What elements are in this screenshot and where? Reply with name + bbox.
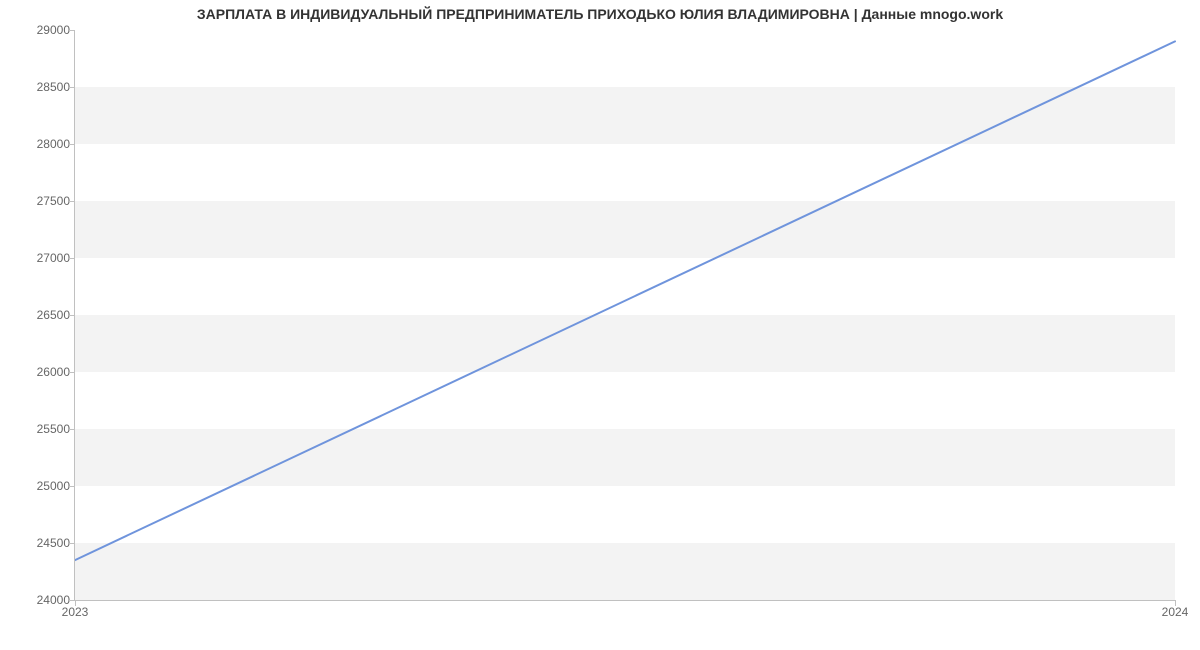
salary-series-line: [75, 41, 1175, 560]
chart-title: ЗАРПЛАТА В ИНДИВИДУАЛЬНЫЙ ПРЕДПРИНИМАТЕЛ…: [0, 6, 1200, 22]
y-tick-label: 26500: [10, 308, 70, 322]
x-axis-line: [75, 600, 1175, 601]
y-tick-label: 26000: [10, 365, 70, 379]
plot-area: [75, 30, 1175, 600]
y-tick: [69, 372, 75, 373]
y-tick-label: 25000: [10, 479, 70, 493]
y-tick-label: 27000: [10, 251, 70, 265]
y-tick: [69, 30, 75, 31]
y-tick: [69, 201, 75, 202]
y-tick: [69, 87, 75, 88]
y-tick-label: 29000: [10, 23, 70, 37]
x-tick-label: 2023: [62, 605, 89, 619]
x-tick: [75, 600, 76, 606]
y-tick-label: 27500: [10, 194, 70, 208]
y-tick: [69, 543, 75, 544]
y-tick: [69, 144, 75, 145]
y-tick-label: 24500: [10, 536, 70, 550]
line-layer: [75, 30, 1175, 600]
y-tick-label: 25500: [10, 422, 70, 436]
y-tick: [69, 258, 75, 259]
y-tick: [69, 315, 75, 316]
y-tick-label: 28500: [10, 80, 70, 94]
x-tick-label: 2024: [1162, 605, 1189, 619]
x-tick: [1175, 600, 1176, 606]
y-tick: [69, 429, 75, 430]
y-tick-label: 28000: [10, 137, 70, 151]
y-tick: [69, 486, 75, 487]
